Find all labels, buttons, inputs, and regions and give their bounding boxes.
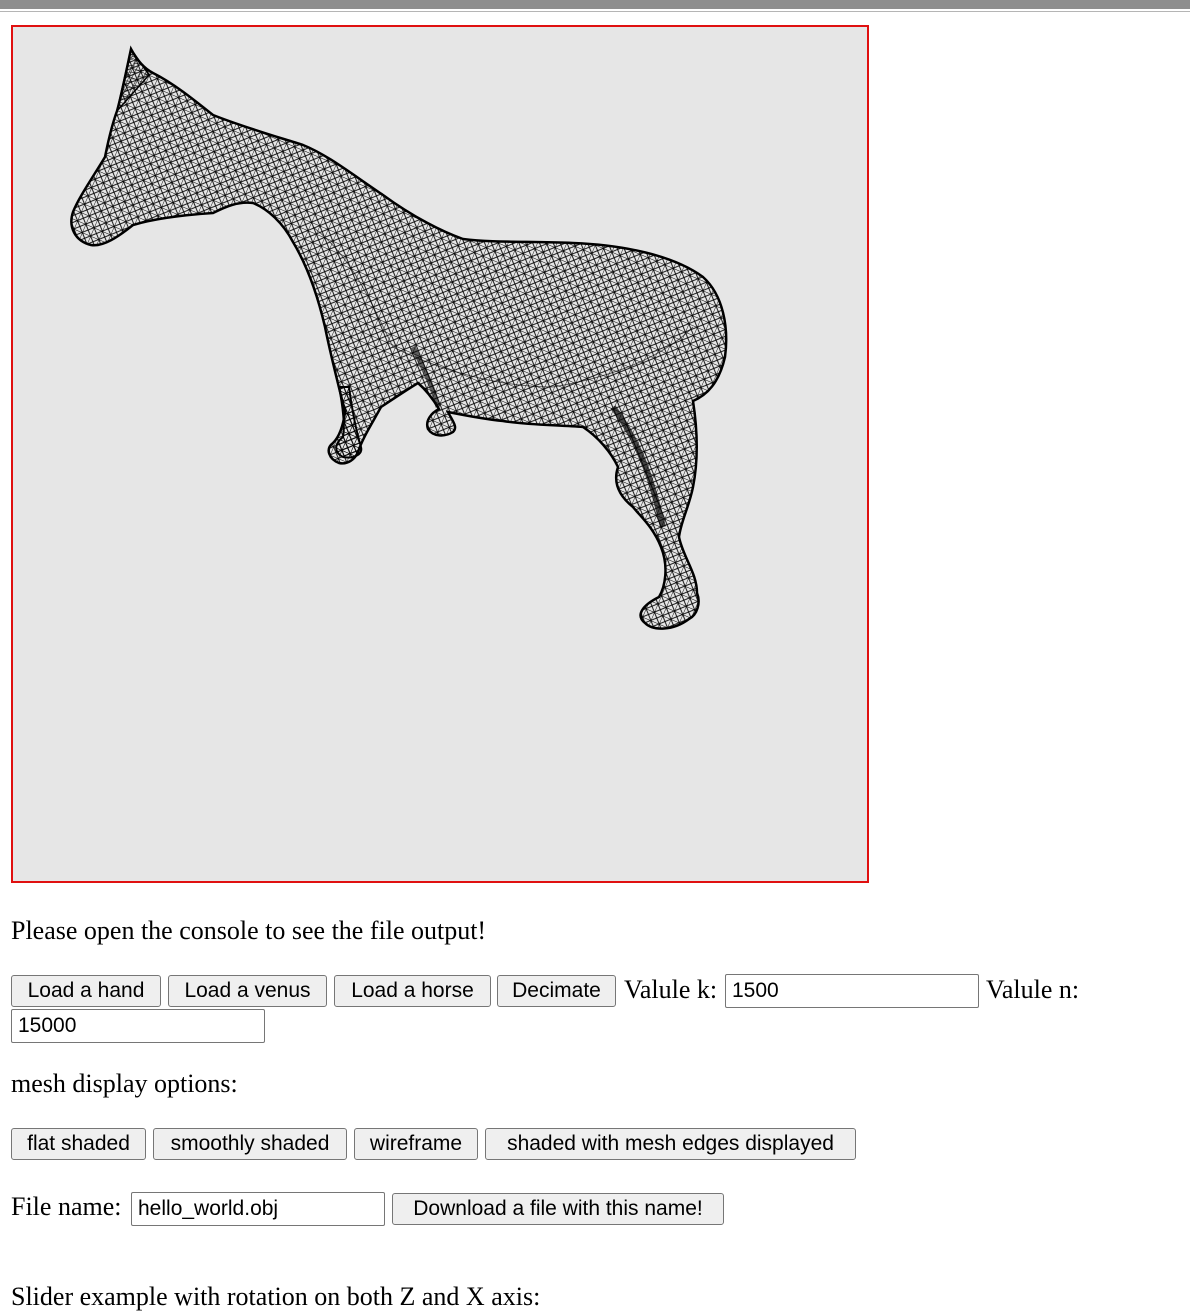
console-note: Please open the console to see the file …: [11, 916, 487, 945]
n-value-label: Valule n:: [986, 975, 1080, 1004]
k-value-label: Valule k:: [624, 975, 718, 1004]
display-options-heading: mesh display options:: [11, 1069, 238, 1098]
horse-wireframe-mesh: [70, 45, 728, 630]
shaded-edges-button[interactable]: shaded with mesh edges displayed: [485, 1128, 856, 1160]
browser-top-bar: [0, 0, 1190, 9]
download-file-button[interactable]: Download a file with this name!: [392, 1193, 724, 1225]
load-hand-button[interactable]: Load a hand: [11, 975, 161, 1007]
file-name-input[interactable]: [131, 1192, 385, 1226]
horse-shape: [70, 45, 728, 630]
n-value-input[interactable]: [11, 1009, 265, 1043]
k-value-input[interactable]: [725, 974, 979, 1008]
smoothly-shaded-button[interactable]: smoothly shaded: [153, 1128, 347, 1160]
wireframe-button[interactable]: wireframe: [354, 1128, 478, 1160]
decimate-button[interactable]: Decimate: [497, 975, 616, 1007]
mesh-viewport[interactable]: [11, 25, 869, 883]
load-horse-button[interactable]: Load a horse: [334, 975, 491, 1007]
file-name-label: File name:: [11, 1192, 122, 1221]
browser-top-divider: [0, 11, 1190, 12]
load-venus-button[interactable]: Load a venus: [168, 975, 327, 1007]
flat-shaded-button[interactable]: flat shaded: [11, 1128, 146, 1160]
